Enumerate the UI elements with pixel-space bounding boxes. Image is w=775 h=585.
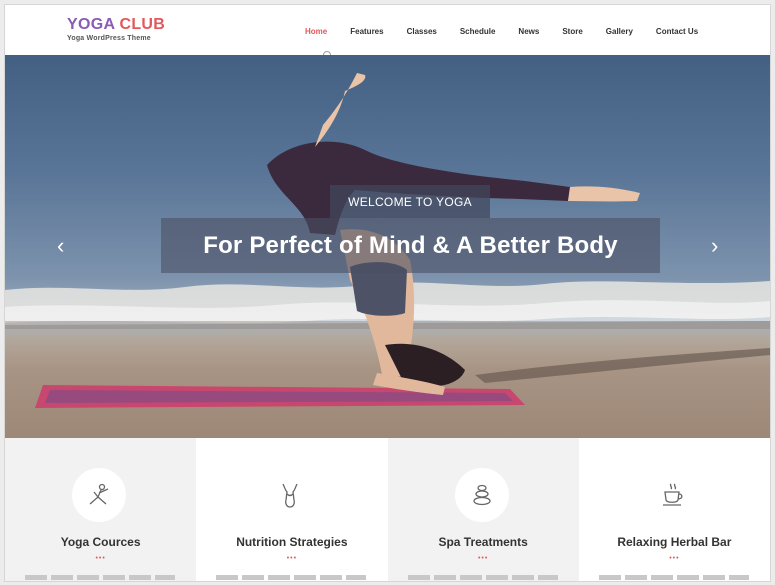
- yoga-pose-icon: [72, 468, 126, 522]
- slider-next-arrow-icon[interactable]: ›: [711, 235, 718, 257]
- hero-welcome-label: WELCOME TO YOGA: [330, 185, 490, 218]
- site-logo[interactable]: YOGA CLUB Yoga WordPress Theme: [67, 16, 165, 42]
- nav-item-features[interactable]: Features: [350, 27, 383, 36]
- nav-item-schedule[interactable]: Schedule: [460, 27, 496, 36]
- feature-dots: •••: [286, 555, 298, 562]
- logo-subtitle: Yoga WordPress Theme: [67, 35, 151, 42]
- nav-item-contact-us[interactable]: Contact Us: [656, 27, 698, 36]
- feature-dots: •••: [669, 555, 680, 562]
- feature-title: Spa Treatments: [438, 535, 528, 549]
- tea-cup-icon: [645, 468, 700, 522]
- logo-title: YOGA CLUB: [67, 16, 165, 34]
- feature-title: Relaxing Herbal Bar: [617, 535, 732, 549]
- hero-slider: WELCOME TO YOGA For Perfect of Mind & A …: [5, 55, 770, 438]
- feature-text-placeholder: [407, 575, 558, 580]
- body-figure-icon: [263, 468, 318, 522]
- logo-title-part2: CLUB: [119, 16, 166, 33]
- spa-stones-icon: [454, 468, 509, 522]
- site-header: YOGA CLUB Yoga WordPress Theme Home Feat…: [5, 5, 770, 59]
- nav-item-classes[interactable]: Classes: [407, 27, 437, 36]
- logo-title-part1: YOGA: [67, 16, 115, 33]
- feature-card-spa[interactable]: Spa Treatments •••: [387, 438, 579, 581]
- page-frame: YOGA CLUB Yoga WordPress Theme Home Feat…: [4, 4, 771, 582]
- feature-card-nutrition[interactable]: Nutrition Strategies •••: [196, 438, 388, 581]
- features-section: Yoga Cources ••• Nutrition Strategies ••…: [5, 438, 770, 581]
- slider-prev-arrow-icon[interactable]: ‹: [57, 235, 64, 257]
- main-nav: Home Features Classes Schedule News Stor…: [305, 27, 721, 36]
- nav-item-gallery[interactable]: Gallery: [606, 27, 633, 36]
- feature-dots: •••: [477, 555, 489, 562]
- nav-item-news[interactable]: News: [518, 27, 539, 36]
- hero-title: For Perfect of Mind & A Better Body: [161, 218, 660, 273]
- feature-text-placeholder: [598, 575, 749, 580]
- nav-item-home[interactable]: Home: [305, 27, 327, 36]
- nav-item-store[interactable]: Store: [562, 27, 582, 36]
- feature-card-yoga-courses[interactable]: Yoga Cources •••: [5, 438, 197, 581]
- feature-text-placeholder: [216, 575, 367, 580]
- feature-dots: •••: [95, 555, 106, 562]
- feature-card-herbal-bar[interactable]: Relaxing Herbal Bar •••: [578, 438, 770, 581]
- feature-title: Nutrition Strategies: [236, 535, 348, 549]
- feature-title: Yoga Cources: [60, 535, 141, 549]
- feature-text-placeholder: [25, 575, 175, 580]
